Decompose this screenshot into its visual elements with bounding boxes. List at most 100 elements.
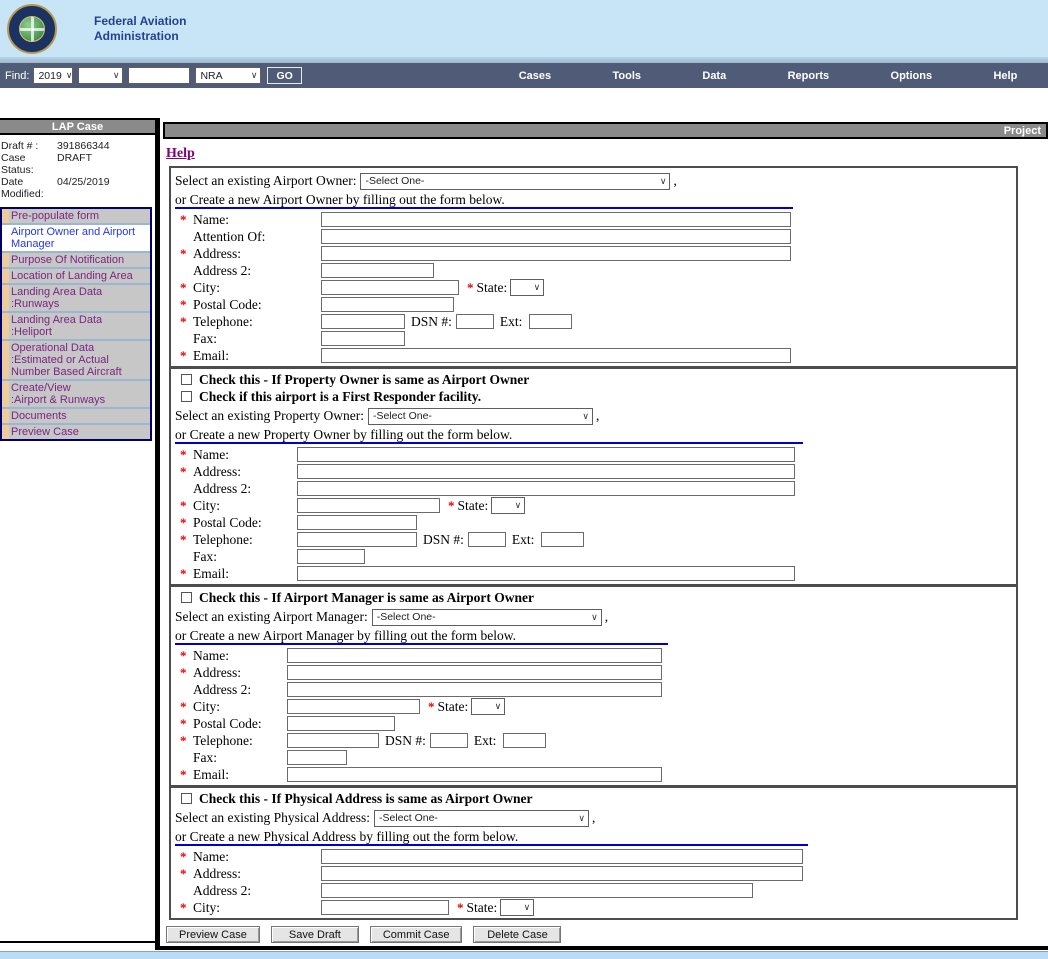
nav-item-cases[interactable]: Cases (519, 70, 551, 82)
airport-manager-select[interactable]: -Select One-∨ (372, 609, 602, 626)
checkbox-label: Check this - If Physical Address is same… (199, 791, 533, 807)
airport-manager-ext-input[interactable] (503, 733, 546, 748)
nav-item-data[interactable]: Data (702, 70, 726, 82)
physical-address-state-select[interactable]: ∨ (500, 899, 534, 916)
nav-item-tools[interactable]: Tools (612, 70, 641, 82)
property-owner-address-input[interactable] (297, 464, 795, 479)
sidebar-item-location-of-landing-area[interactable]: Location of Landing Area (2, 269, 150, 285)
field-label-cell: *Address: (179, 464, 297, 480)
airport-manager-fax-input[interactable] (287, 750, 347, 765)
property-owner-state-select[interactable]: ∨ (491, 497, 525, 514)
sidebar-item-purpose-of-notification[interactable]: Purpose Of Notification (2, 253, 150, 269)
field-label-cell: Address 2: (179, 481, 297, 497)
airport-manager-dsn-input[interactable] (430, 733, 468, 748)
sidebar-item-operational-data-estimated-or-actual-number-based-aircraft[interactable]: Operational Data :Estimated or Actual Nu… (2, 341, 150, 381)
go-button[interactable]: GO (267, 67, 301, 84)
field-row: *Name: (175, 211, 1012, 228)
chevron-down-icon: ∨ (251, 71, 258, 80)
property-owner-checkbox-1[interactable] (181, 391, 192, 402)
find-case-number-input[interactable] (128, 67, 190, 84)
airport-owner-address-2-input[interactable] (321, 263, 434, 278)
sidebar-item-airport-owner-and-airport-manager[interactable]: Airport Owner and Airport Manager (2, 225, 150, 253)
property-owner-email-input[interactable] (297, 566, 795, 581)
property-owner-telephone-input[interactable] (297, 532, 417, 547)
sidebar-item-landing-area-data-runways[interactable]: Landing Area Data :Runways (2, 285, 150, 313)
airport-manager-telephone-input[interactable] (287, 733, 379, 748)
airport-owner-email-input[interactable] (321, 348, 791, 363)
chevron-down-icon: ∨ (578, 814, 585, 823)
airport-manager-city-input[interactable] (287, 699, 420, 714)
find-year-select[interactable]: 2019 ∨ (33, 67, 73, 84)
airport-manager-state-select[interactable]: ∨ (471, 698, 505, 715)
panel-title-bar: Project (163, 122, 1048, 139)
airport-owner-name-input[interactable] (321, 212, 791, 227)
airport-manager-address-input[interactable] (287, 665, 662, 680)
sidebar-item-documents[interactable]: Documents (2, 409, 150, 425)
sidebar-item-create-view-airport-runways[interactable]: Create/View :Airport & Runways (2, 381, 150, 409)
chevron-down-icon: ∨ (534, 283, 541, 292)
save-draft-button[interactable]: Save Draft (271, 926, 359, 943)
field-label-cell: Fax: (179, 750, 287, 766)
sidebar-item-label: Preview Case (9, 425, 150, 439)
airport-manager-postal-code-input[interactable] (287, 716, 395, 731)
nav-item-options[interactable]: Options (891, 70, 933, 82)
delete-case-button[interactable]: Delete Case (473, 926, 561, 943)
field-label-cell: *City: (179, 498, 297, 514)
physical-address-checkbox-0[interactable] (181, 793, 192, 804)
airport-manager-name-input[interactable] (287, 648, 662, 663)
find-type-select[interactable]: NRA ∨ (195, 67, 261, 84)
property-owner-postal-code-input[interactable] (297, 515, 417, 530)
field-label: State: (458, 498, 489, 514)
field-label: Address: (193, 866, 241, 882)
case-info-label: Case Status: (1, 152, 57, 176)
field-row: *City:*State:∨ (175, 497, 1012, 514)
sidebar-item-preview-case[interactable]: Preview Case (2, 425, 150, 439)
property-owner-fax-input[interactable] (297, 549, 365, 564)
preview-case-button[interactable]: Preview Case (166, 926, 260, 943)
field-label-cell: *City: (179, 900, 321, 916)
commit-case-button[interactable]: Commit Case (370, 926, 463, 943)
property-owner-address-2-input[interactable] (297, 481, 795, 496)
field-label-cell: *Address: (179, 866, 321, 882)
sidebar-item-pre-populate-form[interactable]: Pre-populate form (2, 209, 150, 225)
property-owner-checkbox-0[interactable] (181, 374, 192, 385)
property-owner-dsn-input[interactable] (468, 532, 506, 547)
help-link[interactable]: Help (166, 146, 195, 162)
airport-owner-city-input[interactable] (321, 280, 459, 295)
airport-owner-address-input[interactable] (321, 246, 791, 261)
property-owner-ext-input[interactable] (541, 532, 584, 547)
airport-manager-address-2-input[interactable] (287, 682, 662, 697)
physical-address-name-input[interactable] (321, 849, 803, 864)
physical-address-address-input[interactable] (321, 866, 803, 881)
physical-address-city-input[interactable] (321, 900, 449, 915)
property-owner-name-input[interactable] (297, 447, 795, 462)
airport-owner-select[interactable]: -Select One-∨ (360, 173, 670, 190)
find-secondary-select[interactable]: ∨ (78, 67, 123, 84)
field-label: Fax: (193, 750, 217, 766)
field-row: *Postal Code: (175, 715, 1012, 732)
sidebar-item-landing-area-data-heliport[interactable]: Landing Area Data :Heliport (2, 313, 150, 341)
nav-bar: Find: 2019 ∨ ∨ NRA ∨ GO CasesToolsDataRe… (0, 63, 1048, 88)
airport-owner-telephone-input[interactable] (321, 314, 405, 329)
airport-owner-dsn-input[interactable] (456, 314, 494, 329)
nav-item-reports[interactable]: Reports (788, 70, 830, 82)
property-owner-city-input[interactable] (297, 498, 440, 513)
nav-item-help[interactable]: Help (993, 70, 1017, 82)
physical-address-select[interactable]: -Select One-∨ (374, 810, 589, 827)
field-label: Ext: (512, 532, 535, 548)
airport-owner-state-select[interactable]: ∨ (510, 279, 544, 296)
airport-owner-ext-input[interactable] (529, 314, 572, 329)
airport-manager-email-input[interactable] (287, 767, 662, 782)
physical-address-address-2-input[interactable] (321, 883, 753, 898)
field-label: Name: (193, 648, 229, 664)
required-marker: * (180, 648, 187, 664)
property-owner-select[interactable]: -Select One-∨ (368, 408, 593, 425)
airport-manager-checkbox-0[interactable] (181, 592, 192, 603)
field-label: Address 2: (193, 883, 251, 899)
case-info: Draft # :391866344Case Status:DRAFTDate … (0, 135, 155, 200)
airport-owner-fax-input[interactable] (321, 331, 405, 346)
airport-owner-postal-code-input[interactable] (321, 297, 454, 312)
required-marker: * (180, 699, 187, 715)
panel-title: Project (1004, 125, 1041, 137)
airport-owner-attention-of-input[interactable] (321, 229, 791, 244)
